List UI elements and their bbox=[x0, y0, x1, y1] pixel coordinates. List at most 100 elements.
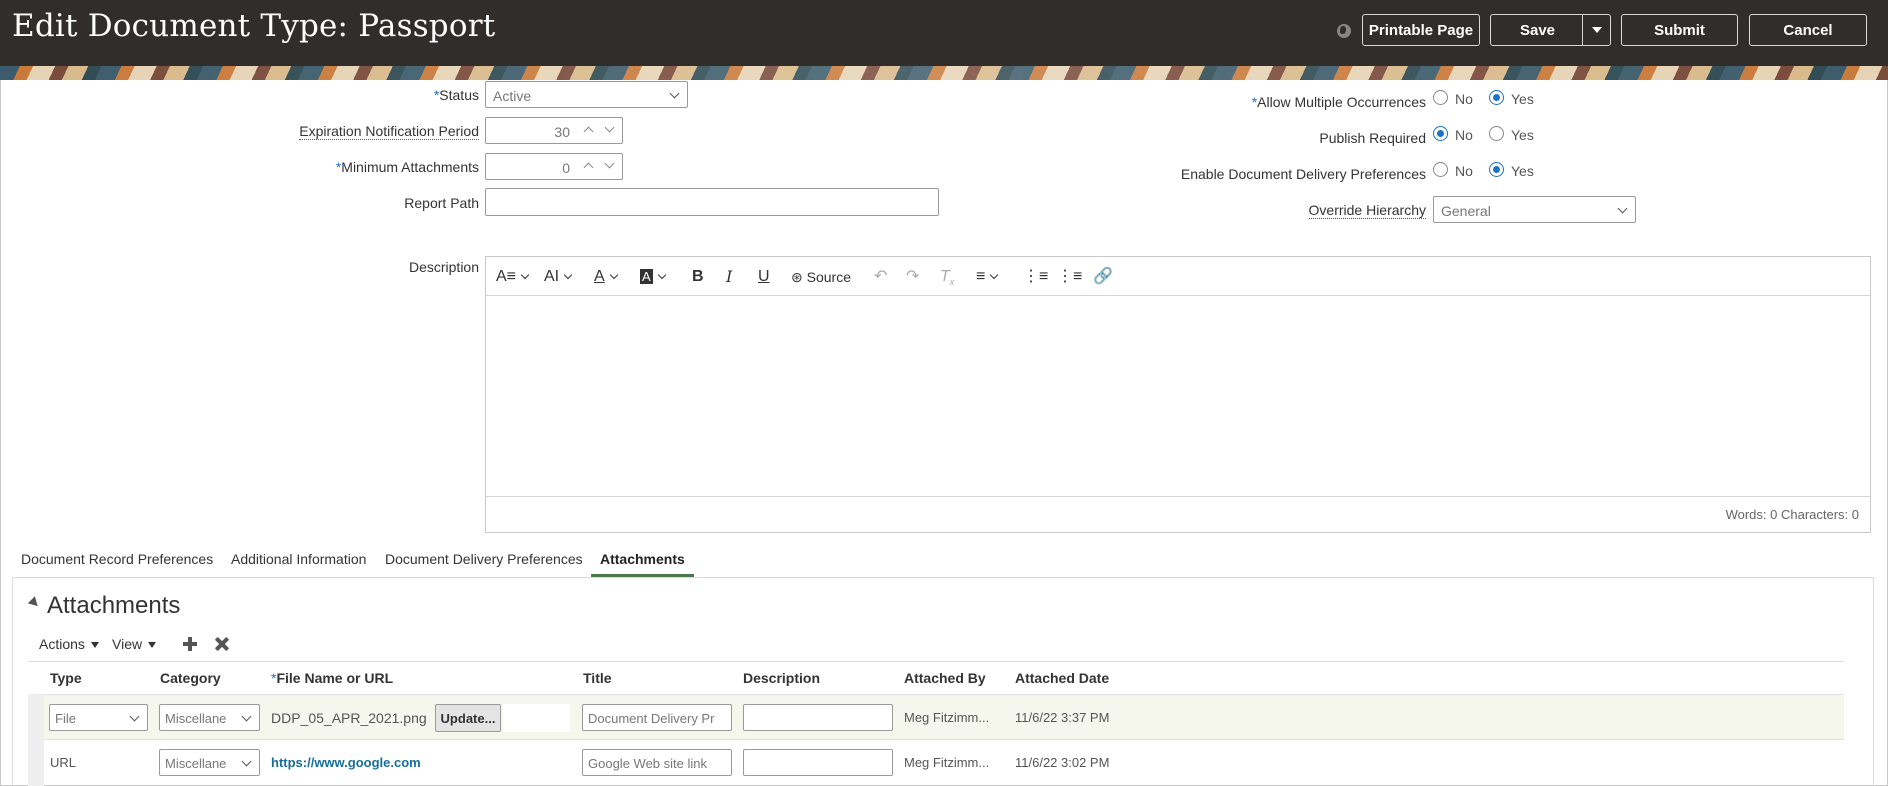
enable-delivery-yes-radio[interactable] bbox=[1489, 162, 1504, 177]
chevron-down-icon bbox=[563, 270, 573, 280]
allow-multiple-yes-label: Yes bbox=[1511, 91, 1534, 107]
save-button-group: Save bbox=[1490, 14, 1611, 46]
expiration-value: 30 bbox=[554, 124, 570, 140]
publish-required-label-text: Publish Required bbox=[1319, 130, 1426, 146]
background-color-icon[interactable]: A bbox=[640, 267, 666, 287]
chevron-down-icon bbox=[669, 88, 680, 99]
allow-multiple-label: *Allow Multiple Occurrences bbox=[1252, 94, 1426, 110]
chevron-down-icon bbox=[1617, 203, 1628, 214]
align-icon[interactable]: ≡ bbox=[976, 267, 999, 287]
banner-fade bbox=[0, 66, 1888, 80]
row-category-select[interactable]: Miscellane bbox=[159, 704, 260, 731]
bulleted-list-icon[interactable]: ⋮≡ bbox=[1023, 267, 1048, 287]
font-size-glyph: AI bbox=[544, 268, 560, 285]
row-attached-date: 11/6/22 3:02 PM bbox=[1015, 755, 1110, 770]
tab-additional-information[interactable]: Additional Information bbox=[231, 551, 366, 567]
view-menu[interactable]: View bbox=[112, 636, 157, 652]
publish-required-yes-radio[interactable] bbox=[1489, 126, 1504, 141]
row-description-input[interactable] bbox=[743, 704, 893, 731]
bold-icon[interactable]: B bbox=[692, 267, 704, 287]
underline-icon[interactable]: U bbox=[758, 267, 770, 287]
row-title-input[interactable]: Google Web site link bbox=[582, 749, 732, 776]
save-button[interactable]: Save bbox=[1491, 22, 1584, 39]
redo-icon[interactable]: ↷ bbox=[906, 267, 919, 287]
chevron-down-icon bbox=[657, 270, 666, 280]
tab-document-record-preferences[interactable]: Document Record Preferences bbox=[21, 551, 213, 567]
align-glyph: ≡ bbox=[976, 268, 986, 285]
row-title-input[interactable]: Document Delivery Pr bbox=[582, 704, 732, 731]
row-file-name: DDP_05_APR_2021.png bbox=[271, 710, 427, 726]
column-header-file-name: *File Name or URL bbox=[271, 670, 393, 686]
file-input-remainder bbox=[503, 704, 570, 732]
row-url-link[interactable]: https://www.google.com bbox=[271, 755, 421, 770]
enable-delivery-no-radio[interactable] bbox=[1433, 162, 1448, 177]
active-tab-indicator bbox=[591, 574, 694, 577]
override-hierarchy-select[interactable]: General bbox=[1433, 196, 1636, 223]
allow-multiple-no-radio[interactable] bbox=[1433, 90, 1448, 105]
column-header-category: Category bbox=[160, 670, 221, 686]
row-attached-date: 11/6/22 3:37 PM bbox=[1015, 710, 1110, 725]
column-header-attached-by: Attached By bbox=[904, 670, 986, 686]
column-header-file-name-text: File Name or URL bbox=[276, 670, 394, 686]
min-attachments-label: *Minimum Attachments bbox=[336, 159, 479, 175]
chevron-down-icon bbox=[520, 270, 530, 280]
row-description-input[interactable] bbox=[743, 749, 893, 776]
publish-required-no-radio[interactable] bbox=[1433, 126, 1448, 141]
table-top-rule bbox=[28, 661, 1844, 662]
font-size-icon[interactable]: AI bbox=[544, 267, 573, 287]
chevron-down-icon bbox=[609, 270, 618, 280]
report-path-label: Report Path bbox=[404, 195, 479, 211]
delete-icon[interactable] bbox=[214, 636, 230, 652]
tab-document-delivery-preferences[interactable]: Document Delivery Preferences bbox=[385, 551, 583, 567]
remove-format-icon[interactable]: Tx bbox=[940, 267, 954, 287]
source-code-icon: ⊛ bbox=[791, 269, 807, 285]
numbered-list-icon[interactable]: ⋮≡ bbox=[1057, 267, 1082, 287]
italic-icon[interactable]: I bbox=[726, 267, 732, 287]
caret-down-icon bbox=[90, 642, 99, 648]
printable-page-button[interactable]: Printable Page bbox=[1362, 14, 1480, 46]
increment-icon[interactable] bbox=[583, 126, 594, 137]
decrement-icon[interactable] bbox=[604, 122, 615, 133]
chevron-down-icon bbox=[990, 270, 999, 280]
background-color-glyph: A bbox=[640, 269, 653, 284]
font-color-icon[interactable]: A bbox=[594, 267, 618, 287]
globe-icon[interactable] bbox=[1337, 24, 1351, 38]
status-select[interactable]: Active bbox=[485, 81, 688, 108]
source-button[interactable]: ⊛ Source bbox=[791, 267, 851, 287]
row-type-value: File bbox=[55, 711, 76, 726]
page-header: Edit Document Type: Passport Printable P… bbox=[0, 0, 1888, 66]
tab-attachments[interactable]: Attachments bbox=[600, 551, 685, 567]
description-editor[interactable]: A≡ AI A A B I U ⊛ Source ↶ ↷ Tx ≡ ⋮≡ ⋮≡ … bbox=[485, 256, 1871, 533]
undo-icon[interactable]: ↶ bbox=[874, 267, 887, 287]
expiration-stepper[interactable]: 30 bbox=[485, 117, 623, 144]
row-attached-by: Meg Fitzimm... bbox=[904, 710, 990, 725]
row-attached-by: Meg Fitzimm... bbox=[904, 755, 990, 770]
add-icon[interactable] bbox=[183, 637, 197, 651]
min-attachments-stepper[interactable]: 0 bbox=[485, 153, 623, 180]
increment-icon[interactable] bbox=[583, 162, 594, 173]
word-count: Words: 0 Characters: 0 bbox=[1725, 507, 1859, 522]
chevron-down-icon bbox=[129, 711, 140, 722]
report-path-input[interactable] bbox=[485, 188, 939, 216]
decrement-icon[interactable] bbox=[604, 158, 615, 169]
actions-menu[interactable]: Actions bbox=[39, 636, 99, 652]
column-header-title: Title bbox=[583, 670, 612, 686]
link-icon[interactable]: 🔗 bbox=[1093, 267, 1113, 287]
description-label: Description bbox=[409, 259, 479, 275]
paragraph-format-icon[interactable]: A≡ bbox=[496, 267, 530, 287]
cancel-button[interactable]: Cancel bbox=[1749, 14, 1867, 46]
save-menu-chevron-icon[interactable] bbox=[1592, 27, 1602, 33]
update-file-button[interactable]: Update... bbox=[435, 704, 501, 732]
override-hierarchy-label: Override Hierarchy bbox=[1308, 202, 1426, 219]
publish-required-label: Publish Required bbox=[1319, 130, 1426, 146]
submit-button[interactable]: Submit bbox=[1621, 14, 1738, 46]
row-category-select[interactable]: Miscellane bbox=[159, 749, 260, 776]
allow-multiple-yes-radio[interactable] bbox=[1489, 90, 1504, 105]
view-label: View bbox=[112, 636, 143, 652]
column-header-type: Type bbox=[50, 670, 82, 686]
actions-label: Actions bbox=[39, 636, 85, 652]
allow-multiple-label-text: Allow Multiple Occurrences bbox=[1257, 94, 1426, 110]
column-header-description: Description bbox=[743, 670, 821, 686]
row-type-select[interactable]: File bbox=[49, 704, 148, 731]
chevron-down-icon bbox=[241, 711, 252, 722]
